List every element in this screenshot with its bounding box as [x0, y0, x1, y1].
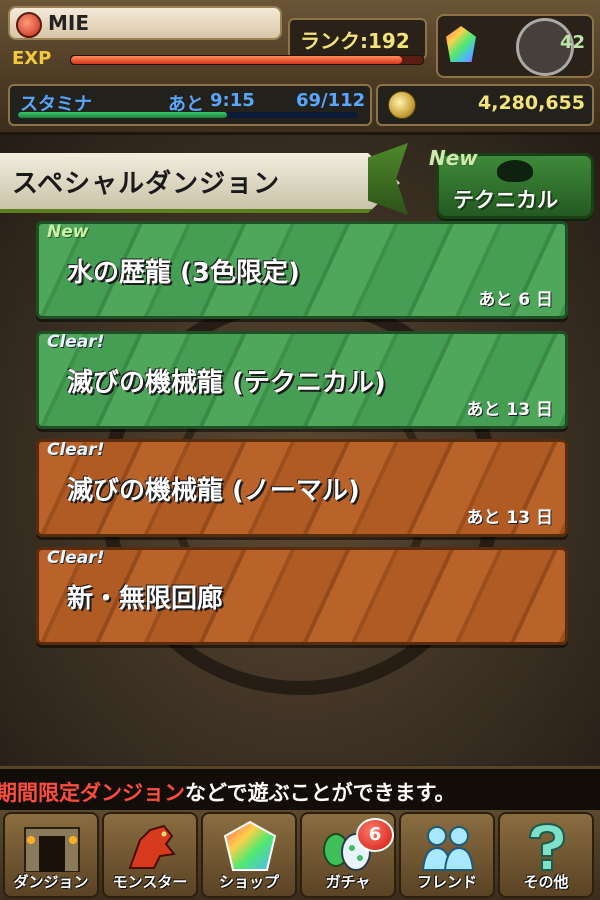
bottom-nav: ダンジョン モンスター ショップ 6 ガチャ フレンド その他 [0, 810, 600, 900]
nav-label: ショップ [218, 873, 279, 891]
dungeon-item[interactable]: Clear! 滅びの機械龍 (ノーマル) あと 13 日 [36, 439, 568, 537]
technical-label: テクニカル [453, 188, 558, 212]
magic-stone-count: 42 [560, 32, 586, 53]
dungeon-badge: Clear! [47, 440, 105, 460]
coin-count: 4,280,655 [478, 92, 585, 114]
nav-gacha-button[interactable]: 6 ガチャ [300, 812, 396, 898]
dungeon-remaining: あと 13 日 [466, 508, 554, 528]
stamina-bar [18, 112, 358, 118]
dungeon-title: 滅びの機械龍 (テクニカル) [67, 368, 386, 398]
nav-friend-button[interactable]: フレンド [399, 812, 495, 898]
dungeon-badge: Clear! [47, 332, 105, 352]
ticker-text: 期間限定ダンジョンなどで遊ぶことができます。 [0, 777, 455, 807]
demon-face-icon [497, 160, 533, 182]
technical-dungeon-button[interactable]: New テクニカル [429, 146, 594, 219]
dungeon-item[interactable]: Clear! 新・無限回廊 [36, 547, 568, 645]
dungeon-badge: Clear! [47, 548, 105, 568]
dungeon-title: 新・無限回廊 [67, 584, 224, 614]
stamina-bar-fill [18, 112, 228, 118]
section-title: スペシャルダンジョン [12, 169, 281, 199]
stamina-time: 9:15 [210, 90, 255, 111]
nav-dungeon-button[interactable]: ダンジョン [3, 812, 99, 898]
question-icon [528, 822, 566, 871]
gacha-count-badge: 6 [356, 818, 394, 852]
dragon-icon [128, 824, 176, 869]
dungeon-remaining: あと 6 日 [478, 290, 553, 310]
gem-icon [223, 820, 277, 871]
dungeon-list-area: スペシャルダンジョン New テクニカル New 水の歴龍 (3色限定) あと … [0, 135, 600, 765]
dungeon-remaining: あと 13 日 [466, 400, 554, 420]
nav-label: その他 [523, 873, 569, 891]
coin-box: 4,280,655 [376, 84, 594, 126]
coin-icon [388, 91, 416, 119]
player-avatar-icon [16, 12, 42, 38]
rank-label: ランク:192 [300, 29, 410, 53]
info-ticker: 期間限定ダンジョンなどで遊ぶことができます。 [0, 766, 600, 813]
stamina-box: スタミナ あと 9:15 69/112 [8, 84, 372, 126]
stamina-value: 69/112 [296, 90, 366, 111]
nav-label: モンスター [112, 873, 188, 891]
rank-box: ランク:192 [288, 18, 427, 60]
dungeon-badge: New [47, 222, 89, 242]
nav-label: ダンジョン [13, 873, 89, 891]
exp-bar [70, 55, 424, 65]
friends-icon [421, 826, 475, 871]
section-banner: スペシャルダンジョン [0, 153, 400, 213]
dungeon-item[interactable]: Clear! 滅びの機械龍 (テクニカル) あと 13 日 [36, 331, 568, 429]
exp-bar-fill [71, 56, 402, 64]
new-badge: New [429, 146, 478, 170]
nav-label: ガチャ [325, 873, 371, 891]
ticker-highlight: 期間限定ダンジョン [0, 781, 185, 805]
dungeon-gate-icon [24, 827, 80, 872]
magic-stone-icon [446, 26, 476, 62]
dungeon-item[interactable]: New 水の歴龍 (3色限定) あと 6 日 [36, 221, 568, 319]
player-name: MIE [48, 11, 90, 35]
nav-shop-button[interactable]: ショップ [201, 812, 297, 898]
ticker-rest: などで遊ぶことができます。 [185, 781, 456, 805]
nav-other-button[interactable]: その他 [498, 812, 594, 898]
nav-label: フレンド [416, 873, 477, 891]
nav-monster-button[interactable]: モンスター [102, 812, 198, 898]
dungeon-title: 滅びの機械龍 (ノーマル) [67, 476, 360, 506]
player-name-box[interactable]: MIE [8, 6, 282, 40]
exp-label: EXP [12, 48, 52, 69]
dungeon-title: 水の歴龍 (3色限定) [67, 258, 300, 288]
status-header: MIE ランク:192 EXP 42 スタミナ あと 9:15 69/112 4… [0, 0, 600, 135]
magic-stone-box[interactable]: 42 [436, 14, 594, 78]
